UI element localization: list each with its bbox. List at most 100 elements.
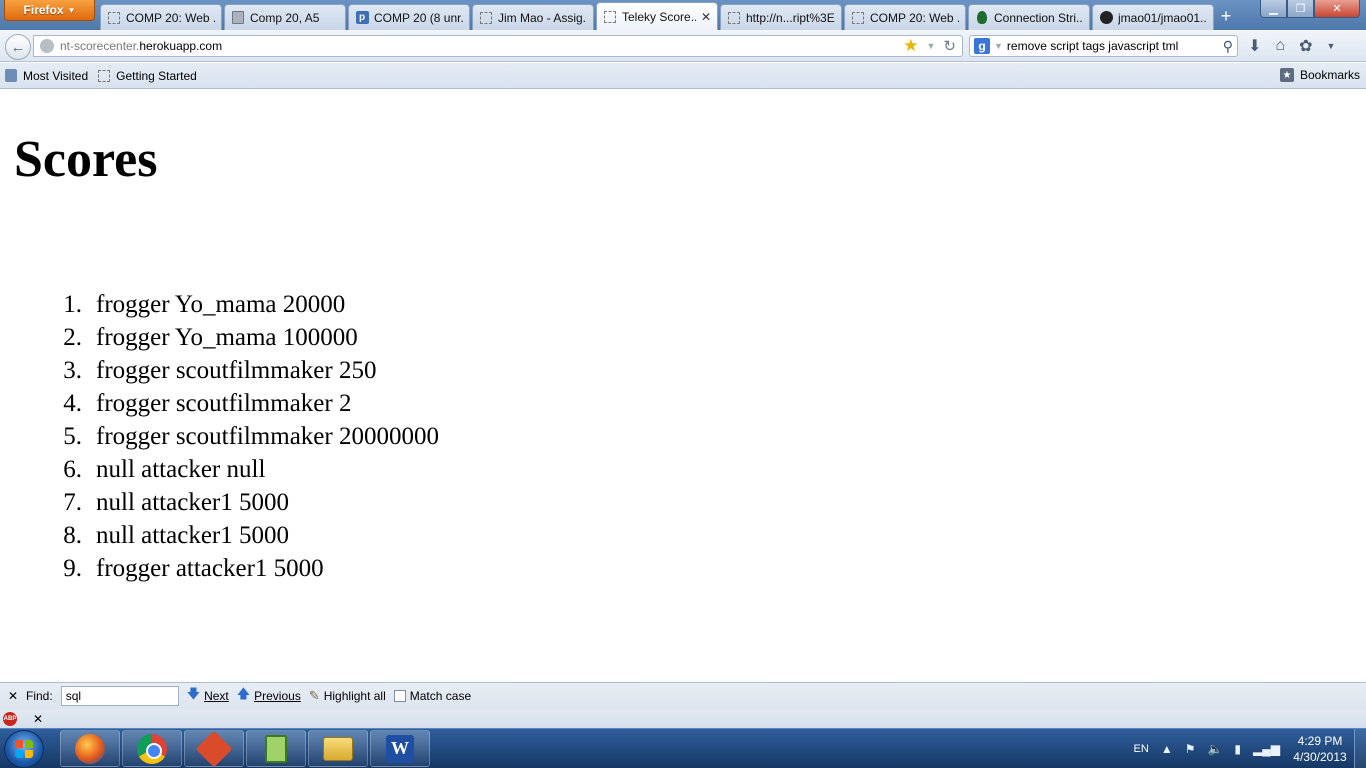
score-item: 3. frogger scoutfilmmaker 250 (44, 354, 439, 387)
tab-label: Comp 20, A5 (250, 10, 320, 25)
downloads-icon[interactable]: ⬇ (1248, 36, 1261, 56)
start-button[interactable] (4, 730, 44, 768)
home-icon[interactable]: ⌂ (1275, 37, 1285, 55)
close-window-button[interactable]: ✕ (1314, 0, 1360, 18)
taskbar-notepad-plus[interactable] (246, 730, 306, 767)
site-identity-icon[interactable] (40, 39, 54, 53)
search-input[interactable]: remove script tags javascript tml (1007, 39, 1219, 53)
tab-github-jmao01[interactable]: jmao01/jmao01.... (1092, 4, 1214, 30)
maximize-button[interactable]: ❐ (1287, 0, 1314, 18)
tab-label: COMP 20 (8 unr... (374, 10, 463, 25)
bookmark-most-visited[interactable]: Most Visited (5, 69, 88, 83)
bookmarks-menu-button[interactable]: ★ Bookmarks (1279, 68, 1360, 82)
taskbar-git[interactable] (184, 730, 244, 767)
minimize-icon: ▁ (1269, 3, 1278, 15)
blank-page-icon (107, 11, 121, 25)
search-engine-dropdown-icon[interactable]: ▼ (994, 41, 1003, 51)
leaf-icon (975, 11, 989, 25)
bookmark-star-icon[interactable]: ★ (903, 36, 918, 56)
tab-comp20-a5[interactable]: Comp 20, A5 (224, 4, 346, 30)
navigation-toolbar: ← nt-scorecenter.herokuapp.com ★ ▼ ↻ g ▼… (0, 30, 1366, 62)
match-case-checkbox[interactable]: Match case (393, 689, 472, 703)
match-case-label: Match case (409, 689, 472, 703)
history-dropdown-icon[interactable]: ▼ (927, 41, 936, 51)
score-text: frogger Yo_mama 20000 (96, 291, 346, 318)
score-item: 5. frogger scoutfilmmaker 20000000 (44, 420, 439, 453)
score-item: 8. null attacker1 5000 (44, 519, 439, 552)
tab-label: COMP 20: Web ... (870, 10, 959, 25)
back-button[interactable]: ← (5, 34, 31, 60)
find-input[interactable]: sql (60, 686, 179, 706)
bookmark-label: Getting Started (116, 68, 197, 83)
score-text: frogger scoutfilmmaker 20000000 (96, 423, 439, 450)
maximize-icon: ❐ (1295, 3, 1306, 15)
tab-comp20-web-2[interactable]: COMP 20: Web ... (844, 4, 966, 30)
url-host: herokuapp.com (139, 39, 223, 53)
chrome-icon (137, 733, 167, 764)
show-hidden-icons-icon[interactable]: ▲ (1161, 742, 1173, 756)
tab-jim-mao[interactable]: Jim Mao - Assig... (472, 4, 594, 30)
highlight-all-button[interactable]: ✎ Highlight all (309, 688, 386, 704)
search-icon[interactable]: ⚲ (1223, 38, 1233, 55)
score-text: frogger scoutfilmmaker 2 (96, 390, 352, 417)
find-next-button[interactable]: 🡇 Next (187, 685, 229, 707)
window-controls: ▁ ❐ ✕ (1260, 0, 1360, 18)
tab-connection-strings[interactable]: Connection Stri... (968, 4, 1090, 30)
bookmarks-toolbar: Most Visited Getting Started ★ Bookmarks (0, 63, 1366, 89)
url-bar[interactable]: nt-scorecenter.herokuapp.com ★ ▼ ↻ (33, 35, 963, 57)
close-addon-bar-icon[interactable]: ✕ (33, 712, 43, 726)
system-clock[interactable]: 4:29 PM 4/30/2013 (1292, 733, 1348, 765)
find-next-label: Next (204, 689, 229, 703)
score-number: 7. (63, 489, 82, 516)
url-prefix: nt-scorecenter. (60, 39, 140, 53)
tab-list: COMP 20: Web ... Comp 20, A5 p COMP 20 (… (100, 2, 1216, 30)
search-bar[interactable]: g ▼ remove script tags javascript tml ⚲ (969, 35, 1238, 57)
score-text: null attacker1 5000 (96, 489, 289, 516)
reload-icon[interactable]: ↻ (943, 37, 956, 55)
new-tab-button[interactable]: + (1213, 4, 1239, 28)
tab-comp20-unread[interactable]: p COMP 20 (8 unr... (348, 4, 470, 30)
taskbar-chrome[interactable] (122, 730, 182, 767)
language-indicator[interactable]: EN (1134, 743, 1149, 755)
tab-http-script[interactable]: http://n...ript%3E (720, 4, 842, 30)
page-content: Scores 1. frogger Yo_mama 20000 2. frogger… (0, 90, 1366, 681)
windows-logo-icon (15, 740, 33, 758)
bookmark-getting-started[interactable]: Getting Started (98, 69, 197, 83)
back-arrow-icon: ← (10, 38, 26, 56)
find-previous-button[interactable]: 🡅 Previous (237, 685, 301, 707)
notepad-plus-icon (265, 734, 287, 763)
close-tab-icon[interactable]: ✕ (701, 10, 711, 24)
score-list: 1. frogger Yo_mama 20000 2. frogger Yo_mam… (44, 288, 439, 585)
highlighter-icon: ✎ (308, 688, 320, 703)
tab-comp20-web[interactable]: COMP 20: Web ... (100, 4, 222, 30)
bookmarks-icon: ★ (1279, 68, 1294, 82)
close-find-bar-icon[interactable]: ✕ (8, 689, 18, 703)
score-number: 3. (63, 357, 82, 384)
toolbar-extra-buttons: ⬇ ⌂ ✿ ▼ (1248, 36, 1335, 56)
score-text: frogger attacker1 5000 (96, 555, 324, 582)
show-desktop-button[interactable] (1354, 729, 1366, 768)
find-label: Find: (26, 689, 53, 703)
tab-strip: Firefox ▼ COMP 20: Web ... Comp 20, A5 p… (0, 0, 1366, 30)
firefox-menu-button[interactable]: Firefox ▼ (4, 0, 95, 21)
taskbar-word[interactable]: W (370, 730, 430, 767)
minimize-button[interactable]: ▁ (1260, 0, 1287, 18)
adblock-plus-icon[interactable]: ABP (3, 711, 17, 726)
google-icon[interactable]: g (974, 38, 990, 54)
checkbox-icon (393, 690, 406, 702)
taskbar-explorer[interactable] (308, 730, 368, 767)
score-number: 4. (63, 390, 82, 417)
system-tray: EN ▲ ⚑ 🔈 ▮ ▂▄▆ 4:29 PM 4/30/2013 (1134, 729, 1366, 768)
power-icon[interactable]: ▮ (1234, 742, 1241, 756)
taskbar-firefox[interactable] (60, 730, 120, 767)
score-number: 8. (63, 522, 82, 549)
extension-icon[interactable]: ✿ (1299, 36, 1312, 56)
tab-teleky-scores[interactable]: Teleky Score... ✕ (596, 2, 718, 30)
blank-page-icon (851, 11, 865, 25)
chevron-down-icon[interactable]: ▼ (1326, 41, 1335, 51)
score-item: 2. frogger Yo_mama 100000 (44, 321, 439, 354)
word-icon: W (386, 734, 414, 763)
volume-icon[interactable]: 🔈 (1207, 742, 1222, 756)
action-center-flag-icon[interactable]: ⚑ (1185, 742, 1196, 756)
network-signal-icon[interactable]: ▂▄▆ (1253, 742, 1280, 756)
